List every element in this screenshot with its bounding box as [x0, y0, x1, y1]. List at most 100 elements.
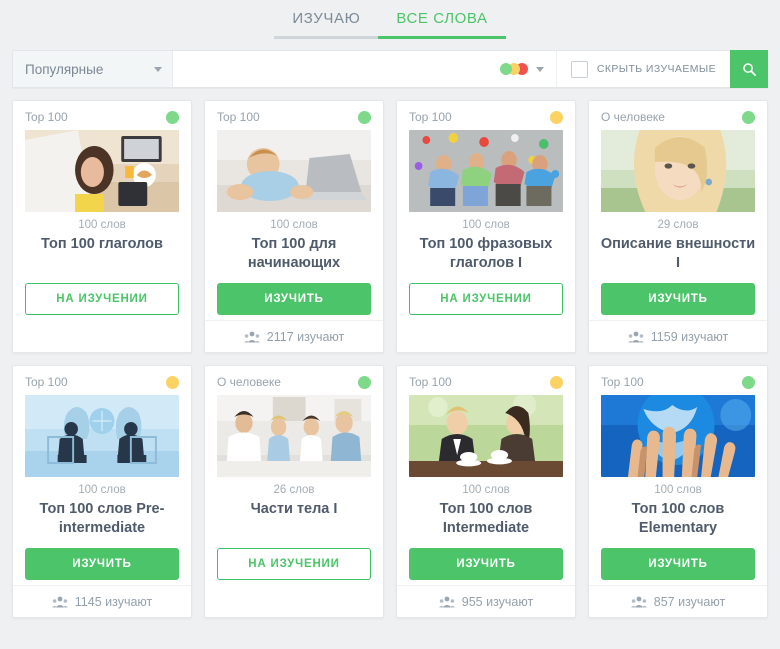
card-header: Top 100 — [397, 101, 575, 130]
search-input[interactable] — [173, 51, 494, 87]
card-learners-count: 1159 изучают — [650, 329, 729, 344]
card-action-wrap: НА ИЗУЧЕНИИ — [13, 275, 191, 315]
card-footer: 955 изучают — [397, 585, 575, 617]
card-word-count: 100 слов — [78, 484, 126, 496]
card-action-wrap: ИЗУЧИТЬ — [205, 275, 383, 315]
card-action-button[interactable]: НА ИЗУЧЕНИИ — [217, 548, 371, 580]
hide-studied-toggle[interactable]: СКРЫТЬ ИЗУЧАЕМЫЕ — [555, 51, 730, 87]
people-icon — [627, 331, 644, 343]
chevron-down-icon — [535, 66, 544, 72]
card-footer: 2117 изучают — [205, 320, 383, 352]
word-set-card[interactable]: Top 100 — [396, 100, 576, 353]
card-thumbnail — [25, 130, 179, 212]
tab-studying[interactable]: ИЗУЧАЮ — [274, 10, 379, 39]
card-thumbnail — [217, 395, 371, 477]
people-icon — [630, 596, 647, 608]
word-set-grid: Top 100 100 слов Топ 100 глаголов НА ИЗУ… — [0, 88, 780, 630]
card-title: Топ 100 слов Intermediate — [439, 501, 533, 536]
people-icon — [438, 596, 455, 608]
hide-studied-checkbox[interactable] — [570, 60, 588, 78]
card-header: Top 100 — [13, 101, 191, 130]
status-dot-icon — [550, 110, 563, 124]
status-dot-icon — [742, 110, 755, 124]
status-filter-dropdown[interactable] — [494, 51, 556, 87]
card-header: О человеке — [589, 101, 767, 130]
status-dot-icon — [166, 375, 179, 389]
card-word-count: 29 слов — [657, 219, 699, 231]
chevron-down-icon — [154, 66, 162, 72]
card-learners-count: 857 изучают — [653, 594, 726, 609]
card-action-button[interactable]: ИЗУЧИТЬ — [601, 283, 755, 315]
status-dot-icon — [358, 375, 371, 389]
card-header: Top 100 — [13, 366, 191, 395]
card-action-wrap: ИЗУЧИТЬ — [589, 540, 767, 580]
card-title: Топ 100 фразовых глаголов I — [419, 236, 553, 271]
card-footer: 1159 изучают — [589, 320, 767, 352]
card-word-count: 100 слов — [654, 484, 702, 496]
card-word-count: 100 слов — [462, 484, 510, 496]
card-action-wrap: НА ИЗУЧЕНИИ — [397, 275, 575, 315]
card-action-button[interactable]: ИЗУЧИТЬ — [601, 548, 755, 580]
card-action-button[interactable]: ИЗУЧИТЬ — [217, 283, 371, 315]
card-category: Top 100 — [409, 110, 452, 124]
card-action-wrap: ИЗУЧИТЬ — [397, 540, 575, 580]
word-set-card[interactable]: О человеке 26 слов Части тела I НА ИЗУЧЕ… — [204, 365, 384, 618]
status-dot-icon — [166, 110, 179, 124]
card-category: Top 100 — [217, 110, 260, 124]
card-category: Top 100 — [601, 375, 644, 389]
card-thumbnail — [409, 130, 563, 212]
card-word-count: 100 слов — [270, 219, 318, 231]
hide-studied-label: СКРЫТЬ ИЗУЧАЕМЫЕ — [596, 63, 716, 75]
card-title: Описание внешности I — [600, 236, 756, 271]
card-header: Top 100 — [205, 101, 383, 130]
card-header: О человеке — [205, 366, 383, 395]
word-set-card[interactable]: Top 100 100 слов Топ 100 для начинающих … — [204, 100, 384, 353]
sort-select[interactable]: Популярные — [13, 51, 173, 87]
card-category: Top 100 — [409, 375, 452, 389]
word-set-card[interactable]: Top 100 100 слов Топ 100 глаголов НА ИЗУ… — [12, 100, 192, 353]
card-word-count: 100 слов — [78, 219, 126, 231]
tab-bar: ИЗУЧАЮ ВСЕ СЛОВА — [0, 0, 780, 44]
card-title: Топ 100 слов Elementary — [631, 501, 725, 536]
card-thumbnail — [25, 395, 179, 477]
card-action-wrap: ИЗУЧИТЬ — [13, 540, 191, 580]
card-action-button[interactable]: НА ИЗУЧЕНИИ — [409, 283, 563, 315]
card-thumbnail — [409, 395, 563, 477]
sort-select-value: Популярные — [25, 61, 104, 77]
card-learners-count: 2117 изучают — [266, 329, 345, 344]
card-footer: 1145 изучают — [13, 585, 191, 617]
card-title: Топ 100 для начинающих — [247, 236, 341, 271]
word-set-card[interactable]: Top 100 — [12, 365, 192, 618]
card-learners-count: 1145 изучают — [74, 594, 153, 609]
word-set-card[interactable]: О человеке 29 слов Описание внешности I … — [588, 100, 768, 353]
search-button[interactable] — [730, 50, 768, 88]
card-header: Top 100 — [589, 366, 767, 395]
card-action-wrap: НА ИЗУЧЕНИИ — [205, 540, 383, 580]
filter-toolbar: Популярные СКРЫТЬ ИЗУЧАЕМЫЕ — [12, 50, 768, 88]
card-title: Топ 100 глаголов — [41, 236, 163, 252]
card-action-button[interactable]: ИЗУЧИТЬ — [25, 548, 179, 580]
card-category: О человеке — [601, 110, 665, 124]
card-header: Top 100 — [397, 366, 575, 395]
card-thumbnail — [601, 130, 755, 212]
card-word-count: 26 слов — [273, 484, 315, 496]
card-thumbnail — [217, 130, 371, 212]
status-dot-icon — [742, 375, 755, 389]
card-title: Топ 100 слов Pre-intermediate — [39, 501, 165, 536]
card-footer: 857 изучают — [589, 585, 767, 617]
card-learners-count: 955 изучают — [461, 594, 534, 609]
card-thumbnail — [601, 395, 755, 477]
people-icon — [243, 331, 260, 343]
status-dot-icon — [358, 110, 371, 124]
card-action-button[interactable]: НА ИЗУЧЕНИИ — [25, 283, 179, 315]
people-icon — [51, 596, 68, 608]
tab-all-words[interactable]: ВСЕ СЛОВА — [378, 10, 506, 39]
card-word-count: 100 слов — [462, 219, 510, 231]
card-footer — [13, 321, 191, 352]
card-action-button[interactable]: ИЗУЧИТЬ — [409, 548, 563, 580]
search-icon — [742, 62, 757, 77]
word-set-card[interactable]: Top 100 — [588, 365, 768, 618]
card-category: О человеке — [217, 375, 281, 389]
word-set-card[interactable]: Top 100 — [396, 365, 576, 618]
card-footer — [205, 586, 383, 617]
